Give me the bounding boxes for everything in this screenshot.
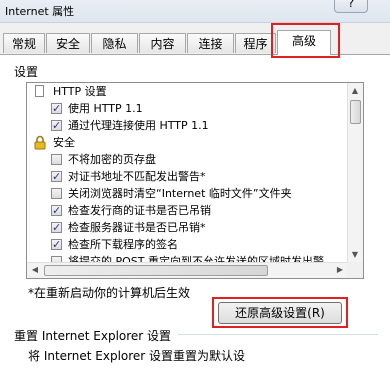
list-item-label: 检查服务器证书是否已吊销*: [68, 221, 206, 234]
tab-programs[interactable]: 程序: [235, 33, 276, 53]
list-item-label: 通过代理连接使用 HTTP 1.1: [68, 119, 209, 132]
checkbox[interactable]: [51, 219, 62, 237]
checkbox[interactable]: [51, 100, 62, 118]
list-item-label: 对证书地址不匹配发出警告*: [68, 170, 206, 183]
highlight-restore-button: [212, 297, 348, 328]
tab-content[interactable]: 内容: [139, 33, 186, 53]
tab-general[interactable]: 常规: [3, 33, 45, 53]
window-title: Internet 属性: [5, 5, 75, 18]
scroll-right-icon[interactable]: ▶: [332, 262, 348, 278]
lock-icon: [34, 135, 46, 150]
restart-note: *在重新启动你的计算机后生效: [28, 286, 191, 300]
list-item-label: 检查所下载程序的签名: [68, 238, 178, 251]
checkbox[interactable]: [51, 117, 62, 135]
list-item-label: 使用 HTTP 1.1: [68, 102, 143, 115]
settings-list: HTTP 设置 使用 HTTP 1.1 通过代理连接使用 HTTP 1.1 安全…: [26, 82, 364, 279]
scroll-left-icon[interactable]: ◀: [27, 262, 43, 278]
checkbox[interactable]: [51, 154, 62, 165]
list-heading-label: 安全: [53, 136, 75, 149]
page-icon: [35, 85, 44, 97]
reset-description: 将 Internet Explorer 设置重置为默认设: [28, 349, 246, 363]
scroll-thumb[interactable]: [44, 265, 268, 276]
list-item-label: 关闭浏览器时清空“Internet 临时文件”文件夹: [68, 187, 292, 200]
reset-divider: [178, 334, 378, 335]
settings-group-label: 设置: [14, 65, 39, 79]
list-item-label: 检查发行商的证书是否已吊销: [68, 204, 211, 217]
scroll-corner: [347, 262, 363, 278]
scroll-thumb[interactable]: [350, 100, 361, 124]
scroll-up-icon[interactable]: ▲: [347, 83, 363, 99]
tab-connections[interactable]: 连接: [187, 33, 234, 53]
tab-security[interactable]: 安全: [46, 33, 90, 53]
list-heading-label: HTTP 设置: [53, 85, 107, 98]
help-button[interactable]: ?: [334, 0, 368, 13]
highlight-advanced-tab: [271, 23, 340, 58]
reset-section-title: 重置 Internet Explorer 设置: [14, 329, 172, 343]
horizontal-scrollbar[interactable]: ◀ ▶: [27, 262, 348, 278]
list-item-label: 不将加密的页存盘: [68, 153, 156, 166]
tab-privacy[interactable]: 隐私: [91, 33, 138, 53]
scroll-down-icon[interactable]: ▼: [347, 247, 363, 263]
checkbox[interactable]: [51, 236, 62, 254]
checkbox[interactable]: [51, 202, 62, 220]
vertical-scrollbar[interactable]: ▲ ▼: [347, 83, 363, 263]
checkbox[interactable]: [51, 188, 62, 199]
checkbox[interactable]: [51, 168, 62, 186]
title-bar: Internet 属性 ?: [0, 0, 390, 23]
